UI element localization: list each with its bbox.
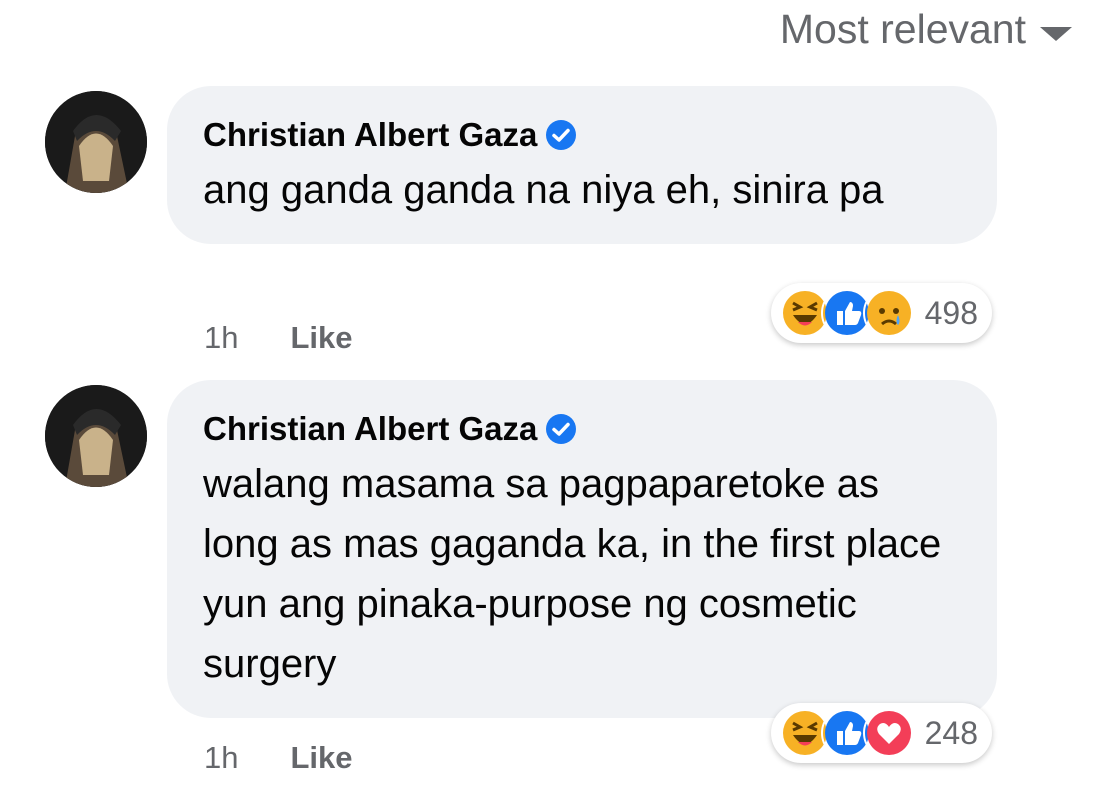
comment-text: walang masama sa pagpaparetoke as long a… xyxy=(203,462,942,686)
reaction-count: 248 xyxy=(924,714,978,751)
comment-bubble: Christian Albert Gaza walang masama sa p… xyxy=(167,380,997,718)
verified-badge-icon xyxy=(546,120,577,150)
avatar[interactable] xyxy=(45,385,147,487)
sort-label: Most relevant xyxy=(779,6,1026,52)
reaction-count: 498 xyxy=(924,294,978,331)
author-name[interactable]: Christian Albert Gaza xyxy=(203,112,537,158)
love-reaction-icon xyxy=(862,707,915,759)
comment-time[interactable]: 1h xyxy=(204,320,238,356)
reactions-summary[interactable]: 498 xyxy=(770,283,992,343)
like-button[interactable]: Like xyxy=(290,740,352,776)
comment-time[interactable]: 1h xyxy=(204,740,238,776)
comment-actions: 1h Like xyxy=(204,320,353,356)
reactions-summary[interactable]: 248 xyxy=(770,703,992,763)
avatar[interactable] xyxy=(45,91,147,193)
author-name[interactable]: Christian Albert Gaza xyxy=(203,406,537,452)
caret-down-icon xyxy=(1040,26,1072,41)
like-button[interactable]: Like xyxy=(290,320,352,356)
verified-badge-icon xyxy=(546,414,577,444)
comment-bubble: Christian Albert Gaza ang ganda ganda na… xyxy=(167,86,997,244)
comment-text: ang ganda ganda na niya eh, sinira pa xyxy=(203,168,884,212)
comment-actions: 1h Like xyxy=(204,740,353,776)
sort-dropdown[interactable]: Most relevant xyxy=(780,6,1072,53)
sad-reaction-icon xyxy=(862,287,915,339)
